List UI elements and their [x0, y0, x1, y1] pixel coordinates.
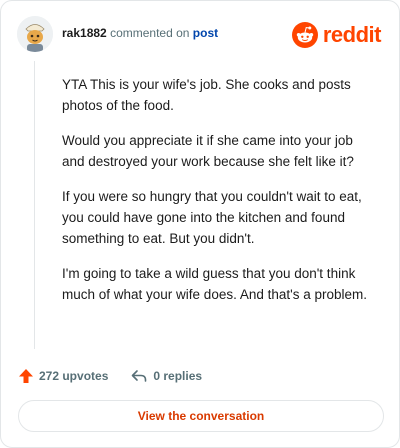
thread-line	[34, 61, 35, 349]
reply-count: 0 replies	[153, 369, 203, 383]
reply-arrow-icon	[132, 370, 147, 382]
comment-card: rak1882 commented on post reddit YTA Thi…	[0, 0, 400, 448]
comment-actions: 272 upvotes 0 replies	[18, 366, 202, 386]
reddit-wordmark: reddit	[322, 22, 382, 47]
upvote-button[interactable]: 272 upvotes	[18, 368, 108, 384]
avatar[interactable]	[17, 16, 53, 52]
comment-paragraph-2: Would you appreciate it if she came into…	[62, 133, 354, 169]
reddit-logo[interactable]: reddit	[291, 21, 382, 49]
action-text: commented on	[110, 26, 190, 40]
comment-paragraph-1: YTA This is your wife's job. She cooks a…	[62, 77, 351, 113]
comment-paragraph-3: If you were so hungry that you couldn't …	[62, 189, 362, 246]
reddit-snoo-icon	[291, 22, 318, 48]
reply-button[interactable]: 0 replies	[130, 368, 202, 384]
comment-meta: rak1882 commented on post	[62, 26, 218, 40]
post-link[interactable]: post	[193, 26, 218, 40]
comment-header: rak1882 commented on post reddit	[17, 16, 383, 52]
upvote-count: 272 upvotes	[39, 369, 109, 383]
comment-paragraph-4: I'm going to take a wild guess that you …	[62, 266, 367, 302]
comment-body: YTA This is your wife's job. She cooks a…	[62, 74, 372, 319]
username-link[interactable]: rak1882	[62, 26, 107, 40]
avatar-image	[17, 16, 53, 52]
upvote-arrow-icon	[19, 369, 33, 383]
view-conversation-button[interactable]: View the conversation	[18, 400, 384, 432]
view-conversation-label: View the conversation	[137, 409, 265, 423]
